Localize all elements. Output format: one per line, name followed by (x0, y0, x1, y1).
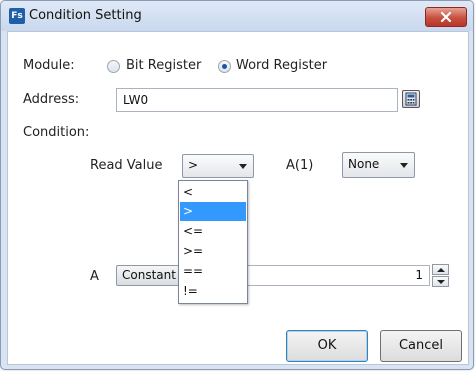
cancel-button[interactable]: Cancel (380, 330, 462, 362)
app-icon: Fs (9, 8, 25, 24)
chevron-down-icon (239, 164, 247, 169)
spin-down-button[interactable] (432, 276, 449, 287)
close-icon (440, 11, 452, 23)
read-value-label: Read Value (90, 158, 163, 173)
operator-option-lt[interactable]: < (180, 183, 246, 202)
address-label: Address: (23, 92, 80, 107)
a-label: A (90, 269, 99, 284)
a1-label: A(1) (286, 158, 314, 173)
operator-option-gt[interactable]: > (180, 202, 246, 221)
ok-button[interactable]: OK (286, 330, 368, 362)
arrow-down-icon (437, 280, 445, 284)
close-button[interactable] (425, 7, 467, 27)
bit-register-label[interactable]: Bit Register (126, 58, 201, 73)
a1-combo[interactable]: None (342, 152, 415, 178)
bit-register-radio[interactable] (107, 60, 120, 73)
title-bar[interactable]: Fs Condition Setting (1, 1, 473, 31)
address-picker-button[interactable] (402, 90, 420, 108)
word-register-radio[interactable] (218, 60, 231, 73)
operator-option-eq[interactable]: == (180, 262, 246, 281)
operator-combo[interactable]: > (182, 154, 254, 178)
operator-dropdown-list: < > <= >= == != (178, 180, 248, 304)
a1-selected-value: None (348, 157, 380, 171)
a-value-spinner (432, 264, 449, 287)
chevron-down-icon (400, 163, 408, 168)
operator-selected-value: > (188, 158, 199, 172)
condition-label: Condition: (23, 125, 90, 140)
word-register-label[interactable]: Word Register (236, 58, 327, 73)
operator-option-ne[interactable]: != (180, 282, 246, 301)
window-title: Condition Setting (29, 8, 142, 23)
operator-option-le[interactable]: <= (180, 222, 246, 241)
arrow-up-icon (437, 268, 445, 272)
spin-up-button[interactable] (432, 264, 449, 275)
operator-option-ge[interactable]: >= (180, 242, 246, 261)
module-label: Module: (23, 58, 75, 73)
address-field[interactable]: LW0 (116, 88, 398, 112)
calculator-icon (405, 92, 417, 106)
